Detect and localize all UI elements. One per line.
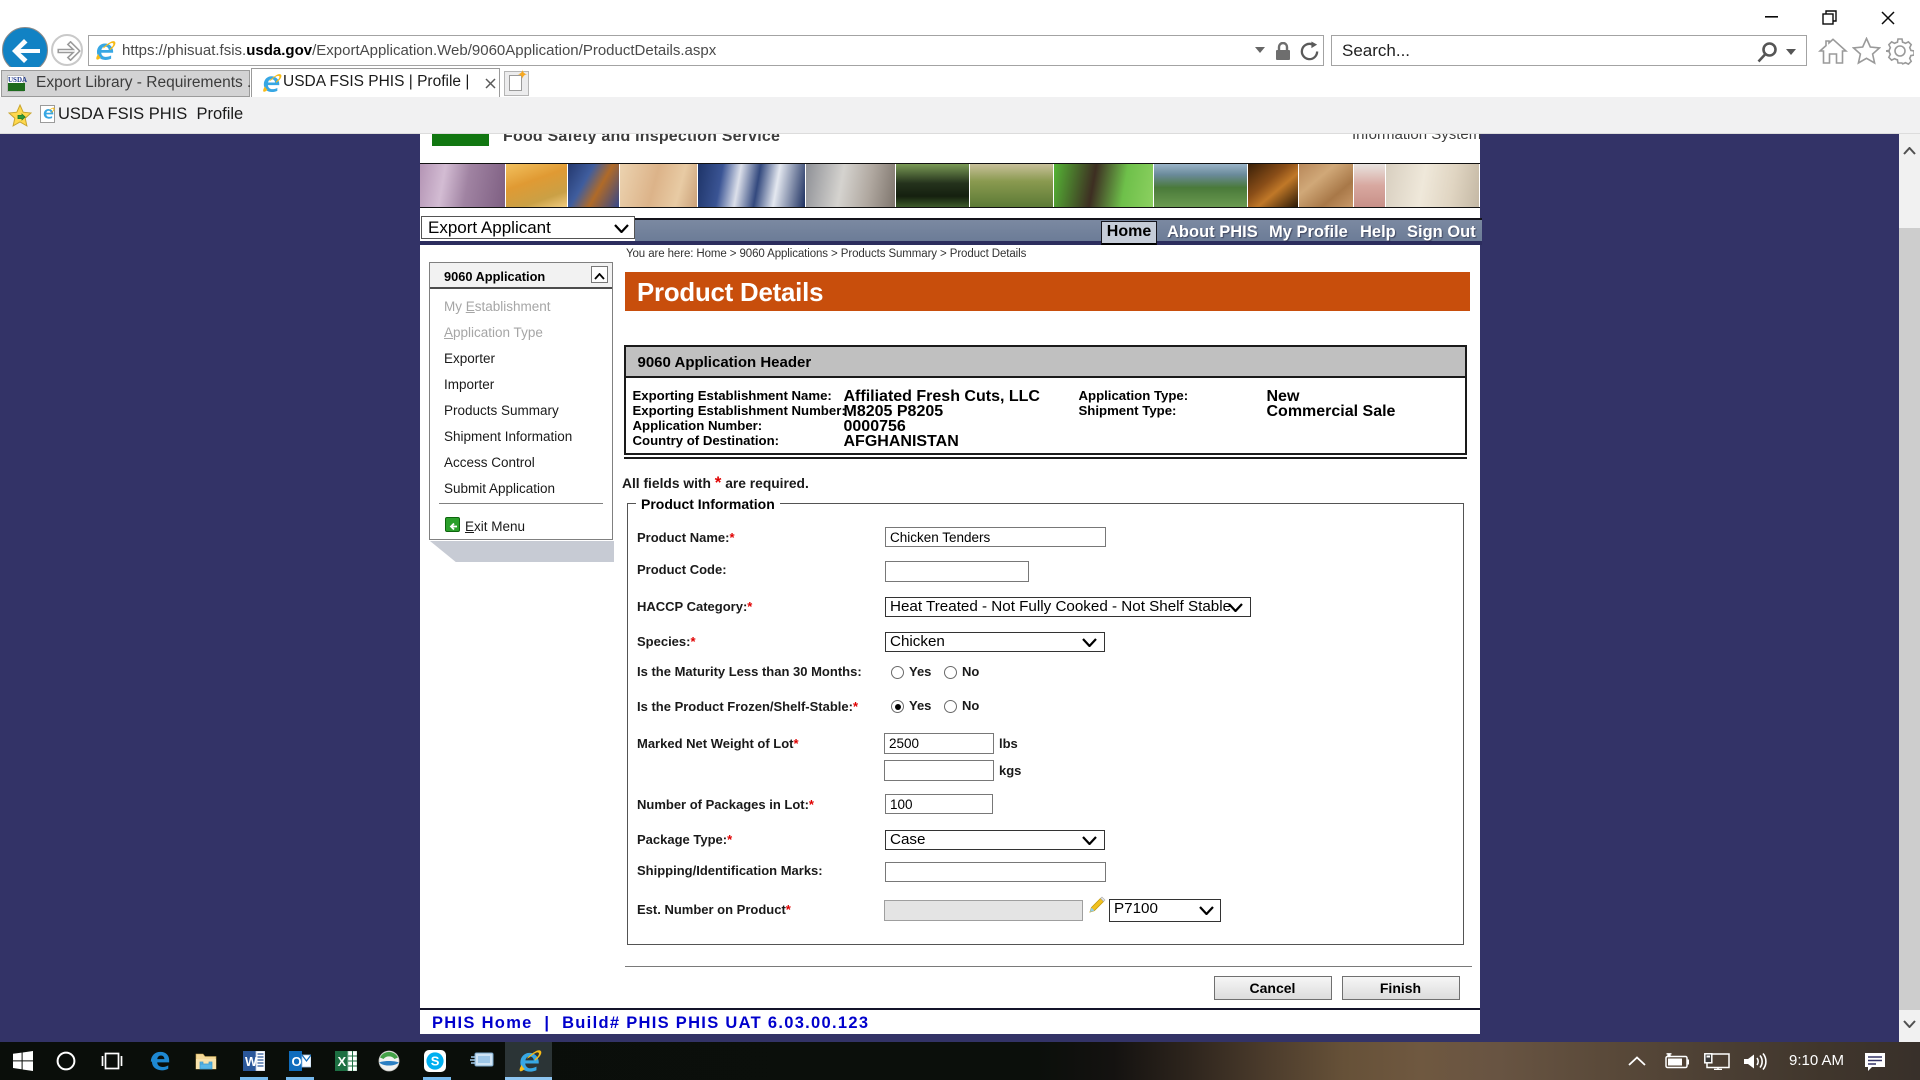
svg-text:X: X [338,1054,347,1069]
svg-text:O: O [292,1054,302,1069]
svg-text:S: S [431,1054,440,1069]
svg-text:W: W [245,1054,258,1069]
